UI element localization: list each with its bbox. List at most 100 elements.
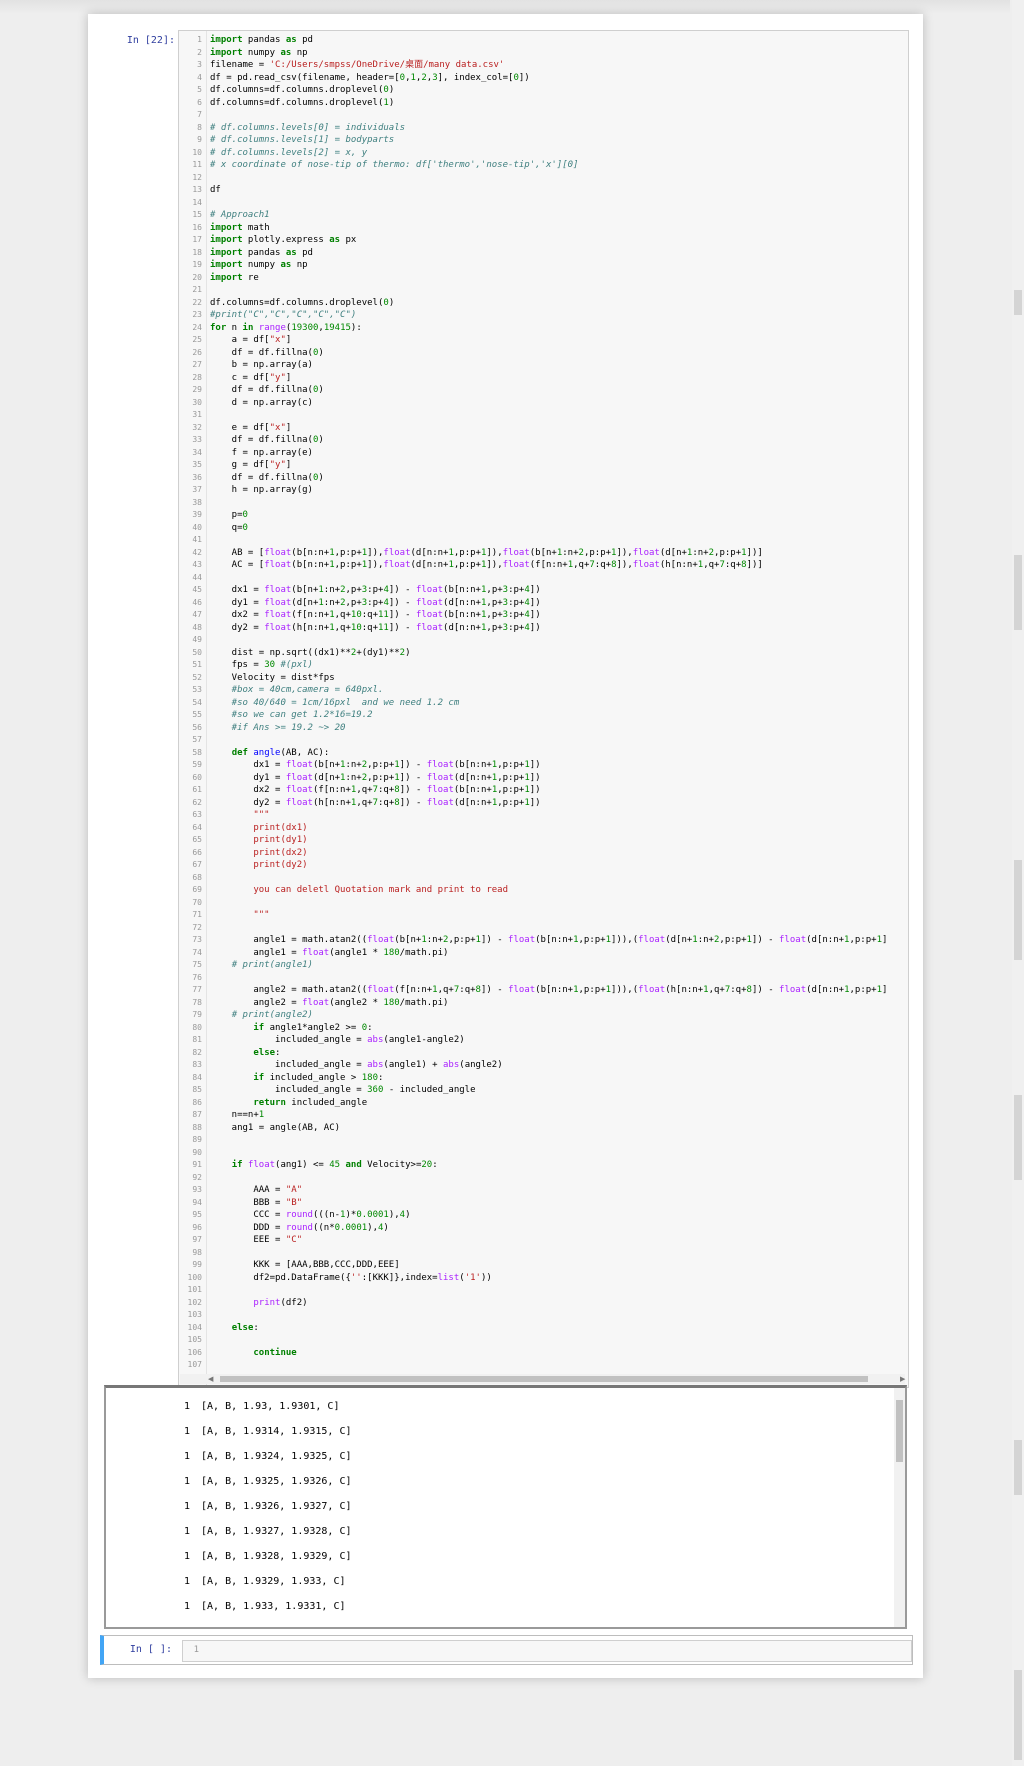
- code-line[interactable]: 101: [179, 1284, 908, 1297]
- code-line[interactable]: 31: [179, 409, 908, 422]
- code-line[interactable]: 39 p=0: [179, 509, 908, 522]
- code-line[interactable]: 3 filename = 'C:/Users/smpss/OneDrive/桌面/…: [179, 59, 908, 72]
- new-cell-editor[interactable]: 1: [182, 1640, 912, 1662]
- code-line[interactable]: 72: [179, 922, 908, 935]
- code-line[interactable]: 29 df = df.fillna(0): [179, 384, 908, 397]
- code-line[interactable]: 58 def angle(AB, AC):: [179, 747, 908, 760]
- code-line[interactable]: 63 """: [179, 809, 908, 822]
- code-line[interactable]: 15 # Approach1: [179, 209, 908, 222]
- code-line[interactable]: 14: [179, 197, 908, 210]
- code-line[interactable]: 18 import pandas as pd: [179, 247, 908, 260]
- code-line[interactable]: 74 angle1 = float(angle1 * 180/math.pi): [179, 947, 908, 960]
- code-line[interactable]: 97 EEE = "C": [179, 1234, 908, 1247]
- code-line[interactable]: 99 KKK = [AAA,BBB,CCC,DDD,EEE]: [179, 1259, 908, 1272]
- code-line[interactable]: 94 BBB = "B": [179, 1197, 908, 1210]
- code-line[interactable]: 7: [179, 109, 908, 122]
- code-line[interactable]: 28 c = df["y"]: [179, 372, 908, 385]
- code-line[interactable]: 30 d = np.array(c): [179, 397, 908, 410]
- code-line[interactable]: 37 h = np.array(g): [179, 484, 908, 497]
- code-line[interactable]: 36 df = df.fillna(0): [179, 472, 908, 485]
- code-line[interactable]: 73 angle1 = math.atan2((float(b[n+1:n+2,…: [179, 934, 908, 947]
- code-line[interactable]: 11 # x coordinate of nose-tip of thermo: …: [179, 159, 908, 172]
- code-line[interactable]: 98: [179, 1247, 908, 1260]
- code-line[interactable]: 88 ang1 = angle(AB, AC): [179, 1122, 908, 1135]
- output-area[interactable]: 1 [A, B, 1.93, 1.9301, C] 1 [A, B, 1.9314, …: [104, 1385, 907, 1629]
- code-line[interactable]: 51 fps = 30 #(pxl): [179, 659, 908, 672]
- code-line[interactable]: 32 e = df["x"]: [179, 422, 908, 435]
- code-line[interactable]: 102 print(df2): [179, 1297, 908, 1310]
- code-line[interactable]: 2 import numpy as np: [179, 47, 908, 60]
- code-line[interactable]: 107: [179, 1359, 908, 1372]
- code-line[interactable]: 66 print(dx2): [179, 847, 908, 860]
- code-line[interactable]: 61 dx2 = float(f[n:n+1,q+7:q+8]) - float…: [179, 784, 908, 797]
- code-line[interactable]: 69 you can deletl Quotation mark and pri…: [179, 884, 908, 897]
- code-line[interactable]: 64 print(dx1): [179, 822, 908, 835]
- code-line[interactable]: 77 angle2 = math.atan2((float(f[n:n+1,q+…: [179, 984, 908, 997]
- output-vertical-scrollbar[interactable]: [894, 1388, 905, 1627]
- code-line[interactable]: 105: [179, 1334, 908, 1347]
- code-line[interactable]: 56 #if Ans >= 19.2 ~> 20: [179, 722, 908, 735]
- code-line[interactable]: 5 df.columns=df.columns.droplevel(0): [179, 84, 908, 97]
- code-line[interactable]: 40 q=0: [179, 522, 908, 535]
- code-line[interactable]: 23 #print("C","C","C","C","C"): [179, 309, 908, 322]
- code-line[interactable]: 62 dy2 = float(h[n:n+1,q+7:q+8]) - float…: [179, 797, 908, 810]
- code-lines[interactable]: 1 import pandas as pd 2 import numpy as np 3…: [179, 34, 908, 1372]
- code-line[interactable]: 45 dx1 = float(b[n+1:n+2,p+3:p+4]) - flo…: [179, 584, 908, 597]
- code-line[interactable]: 52 Velocity = dist*fps: [179, 672, 908, 685]
- code-line[interactable]: 1 import pandas as pd: [179, 34, 908, 47]
- code-line[interactable]: 87 n==n+1: [179, 1109, 908, 1122]
- code-line[interactable]: 103: [179, 1309, 908, 1322]
- code-line[interactable]: 19 import numpy as np: [179, 259, 908, 272]
- code-line[interactable]: 44: [179, 572, 908, 585]
- code-line[interactable]: 83 included_angle = abs(angle1) + abs(an…: [179, 1059, 908, 1072]
- code-line[interactable]: 91 if float(ang1) <= 45 and Velocity>=20…: [179, 1159, 908, 1172]
- output-scrollbar-thumb[interactable]: [896, 1400, 903, 1462]
- code-line[interactable]: 47 dx2 = float(f[n:n+1,q+10:q+11]) - flo…: [179, 609, 908, 622]
- code-line[interactable]: 93 AAA = "A": [179, 1184, 908, 1197]
- code-line[interactable]: 86 return included_angle: [179, 1097, 908, 1110]
- code-line[interactable]: 38: [179, 497, 908, 510]
- code-line[interactable]: 8 # df.columns.levels[0] = individuals: [179, 122, 908, 135]
- code-line[interactable]: 42 AB = [float(b[n:n+1,p:p+1]),float(d[n…: [179, 547, 908, 560]
- code-line[interactable]: 53 #box = 40cm,camera = 640pxl.: [179, 684, 908, 697]
- code-line[interactable]: 95 CCC = round(((n-1)*0.0001),4): [179, 1209, 908, 1222]
- code-editor[interactable]: 1 import pandas as pd 2 import numpy as np 3…: [178, 30, 909, 1388]
- code-line[interactable]: 84 if included_angle > 180:: [179, 1072, 908, 1085]
- code-line[interactable]: 75 # print(angle1): [179, 959, 908, 972]
- code-line[interactable]: 6 df.columns=df.columns.droplevel(1): [179, 97, 908, 110]
- code-line[interactable]: 48 dy2 = float(h[n:n+1,q+10:q+11]) - flo…: [179, 622, 908, 635]
- code-line[interactable]: 85 included_angle = 360 - included_angle: [179, 1084, 908, 1097]
- code-line[interactable]: 22 df.columns=df.columns.droplevel(0): [179, 297, 908, 310]
- code-line[interactable]: 10 # df.columns.levels[2] = x, y: [179, 147, 908, 160]
- code-line[interactable]: 13 df: [179, 184, 908, 197]
- code-line[interactable]: 76: [179, 972, 908, 985]
- code-line[interactable]: 59 dx1 = float(b[n+1:n+2,p:p+1]) - float…: [179, 759, 908, 772]
- code-line[interactable]: 70: [179, 897, 908, 910]
- code-line[interactable]: 24 for n in range(19300,19415):: [179, 322, 908, 335]
- code-line[interactable]: 9 # df.columns.levels[1] = bodyparts: [179, 134, 908, 147]
- code-line[interactable]: 106 continue: [179, 1347, 908, 1360]
- code-line[interactable]: 27 b = np.array(a): [179, 359, 908, 372]
- code-line[interactable]: 79 # print(angle2): [179, 1009, 908, 1022]
- code-line[interactable]: 46 dy1 = float(d[n+1:n+2,p+3:p+4]) - flo…: [179, 597, 908, 610]
- scroll-right-arrow-icon[interactable]: ▶: [900, 1375, 905, 1383]
- code-line[interactable]: 16 import math: [179, 222, 908, 235]
- code-line[interactable]: 68: [179, 872, 908, 885]
- code-line[interactable]: 89: [179, 1134, 908, 1147]
- code-line[interactable]: 49: [179, 634, 908, 647]
- code-line[interactable]: 78 angle2 = float(angle2 * 180/math.pi): [179, 997, 908, 1010]
- code-line[interactable]: 41: [179, 534, 908, 547]
- code-line[interactable]: 17 import plotly.express as px: [179, 234, 908, 247]
- code-line[interactable]: 100 df2=pd.DataFrame({'':[KKK]},index=li…: [179, 1272, 908, 1285]
- code-line[interactable]: 25 a = df["x"]: [179, 334, 908, 347]
- code-line[interactable]: 71 """: [179, 909, 908, 922]
- code-line[interactable]: 104 else:: [179, 1322, 908, 1335]
- code-line[interactable]: 33 df = df.fillna(0): [179, 434, 908, 447]
- code-line[interactable]: 92: [179, 1172, 908, 1185]
- code-line[interactable]: 50 dist = np.sqrt((dx1)**2+(dy1)**2): [179, 647, 908, 660]
- horizontal-scrollbar[interactable]: [180, 1374, 905, 1384]
- code-line[interactable]: 80 if angle1*angle2 >= 0:: [179, 1022, 908, 1035]
- horizontal-scrollbar-thumb[interactable]: [220, 1376, 868, 1382]
- code-line[interactable]: 96 DDD = round((n*0.0001),4): [179, 1222, 908, 1235]
- code-line[interactable]: 43 AC = [float(b[n:n+1,p:p+1]),float(d[n…: [179, 559, 908, 572]
